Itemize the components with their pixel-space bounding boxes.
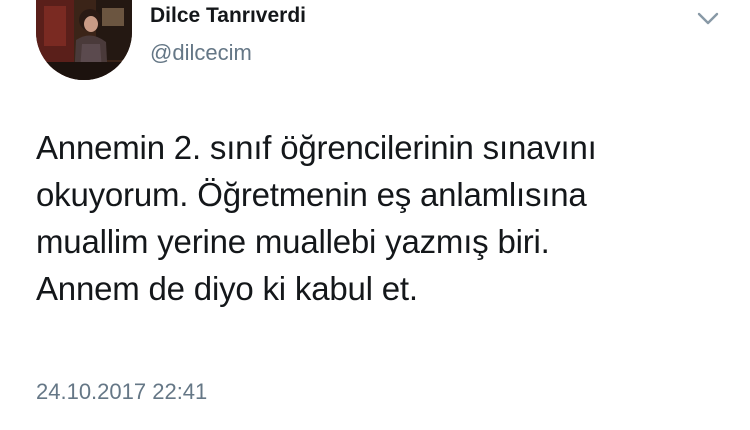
tweet-text-line: Annemin 2. sınıf öğrencilerinin sınavını (36, 129, 597, 166)
tweet-text-line: Annem de diyo ki kabul et. (36, 270, 418, 307)
chevron-down-icon[interactable] (694, 8, 722, 30)
display-name[interactable]: Dilce Tanrıverdi (150, 4, 306, 28)
timestamp[interactable]: 24.10.2017 22:41 (36, 379, 207, 405)
avatar[interactable] (36, 0, 132, 80)
tweet-card: Dilce Tanrıverdi @dilcecim Annemin 2. sı… (0, 0, 750, 430)
username-handle[interactable]: @dilcecim (150, 40, 252, 66)
tweet-text-line: muallim yerine muallebi yazmış biri. (36, 223, 550, 260)
tweet-text-line: okuyorum. Öğretmenin eş anlamlısına (36, 176, 587, 213)
tweet-text: Annemin 2. sınıf öğrencilerinin sınavını… (36, 124, 726, 312)
